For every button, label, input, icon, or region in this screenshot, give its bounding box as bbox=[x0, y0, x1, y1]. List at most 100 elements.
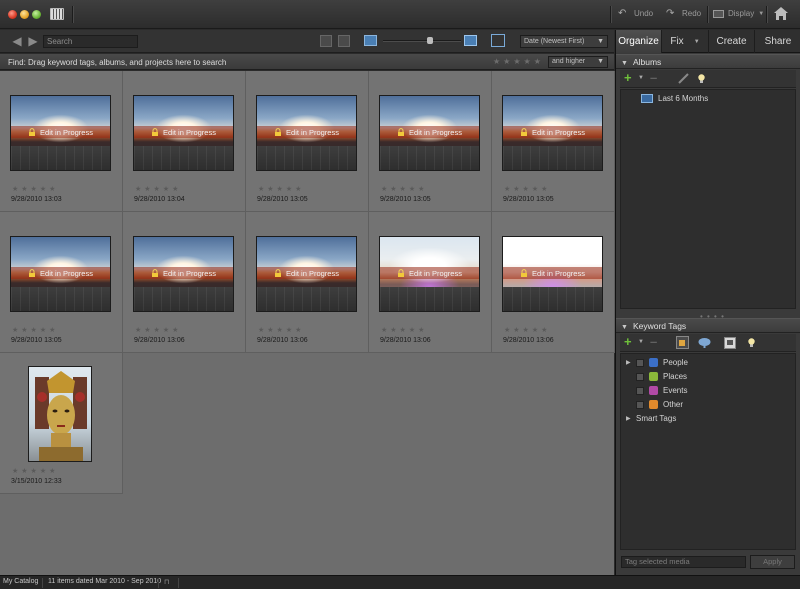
media-item[interactable]: Edit in Progress ★★★★★ 9/28/2010 13:05 bbox=[0, 212, 123, 353]
media-item[interactable]: Edit in Progress ★★★★★ 9/28/2010 13:03 bbox=[0, 71, 123, 212]
media-date: 9/28/2010 13:05 bbox=[503, 196, 554, 203]
zoom-window-button[interactable] bbox=[32, 10, 41, 19]
tag-filter-icon[interactable] bbox=[676, 336, 689, 349]
close-window-button[interactable] bbox=[8, 10, 17, 19]
photo-thumbnail[interactable]: Edit in Progress bbox=[379, 95, 480, 171]
media-item[interactable]: Edit in Progress ★★★★★ 9/28/2010 13:06 bbox=[492, 212, 615, 353]
star-rating[interactable]: ★★★★★ bbox=[504, 326, 550, 334]
minimize-window-button[interactable] bbox=[20, 10, 29, 19]
add-album-icon[interactable]: + bbox=[624, 71, 635, 84]
tab-share[interactable]: Share bbox=[755, 30, 800, 53]
photo-thumbnail[interactable]: Edit in Progress bbox=[502, 236, 603, 312]
media-item[interactable]: Edit in Progress ★★★★★ 9/28/2010 13:04 bbox=[123, 71, 246, 212]
places-tag-icon bbox=[649, 372, 658, 381]
forward-arrow-icon[interactable]: ▶ bbox=[26, 35, 40, 48]
star-rating[interactable]: ★★★★★ bbox=[258, 185, 304, 193]
thumbnail-size-slider[interactable] bbox=[383, 40, 461, 42]
expand-triangle-icon[interactable]: ▶ bbox=[626, 415, 631, 422]
tab-organize[interactable]: Organize bbox=[616, 30, 662, 53]
sort-order-select[interactable]: Date (Newest First) ▼ bbox=[520, 35, 608, 48]
media-item[interactable]: Edit in Progress ★★★★★ 9/28/2010 13:06 bbox=[123, 212, 246, 353]
tag-checkbox[interactable] bbox=[636, 358, 644, 367]
back-arrow-icon[interactable]: ◀ bbox=[10, 35, 24, 48]
media-item[interactable]: Edit in Progress ★★★★★ 9/28/2010 13:06 bbox=[369, 212, 492, 353]
photo-thumbnail[interactable]: Edit in Progress bbox=[10, 95, 111, 171]
photo-thumbnail[interactable] bbox=[28, 366, 92, 462]
tab-fix[interactable]: Fix ▼ bbox=[662, 30, 709, 53]
tag-item-people[interactable]: ▶ People bbox=[626, 358, 688, 367]
keyword-tags-panel-header[interactable]: ▼ Keyword Tags bbox=[616, 318, 800, 333]
redo-button[interactable]: ↷ Redo bbox=[666, 7, 702, 19]
photo-thumbnail[interactable]: Edit in Progress bbox=[10, 236, 111, 312]
star-rating[interactable]: ★★★★★ bbox=[12, 326, 58, 334]
tag-view-icon[interactable] bbox=[724, 337, 736, 349]
undo-button[interactable]: ↶ Undo bbox=[618, 8, 653, 18]
grid-view-icon[interactable] bbox=[364, 35, 377, 46]
edit-in-progress-banner: Edit in Progress bbox=[11, 126, 110, 138]
star-rating[interactable]: ★★★★★ bbox=[504, 185, 550, 193]
add-tag-icon[interactable]: + bbox=[624, 335, 635, 348]
slider-handle[interactable] bbox=[427, 37, 433, 44]
star-rating[interactable]: ★★★★★ bbox=[135, 185, 181, 193]
tag-selected-media-input[interactable]: Tag selected media bbox=[621, 556, 746, 568]
search-input[interactable]: Search bbox=[43, 35, 138, 48]
media-item[interactable]: ★★★★★ 3/15/2010 12:33 bbox=[0, 353, 123, 494]
rotate-left-icon[interactable] bbox=[320, 35, 332, 47]
album-item-last-6-months[interactable]: Last 6 Months bbox=[641, 94, 708, 103]
lock-icon bbox=[521, 269, 528, 277]
lightbulb-icon[interactable] bbox=[696, 73, 707, 84]
rating-filter-select[interactable]: and higher ▼ bbox=[548, 56, 608, 68]
tag-item-places[interactable]: Places bbox=[626, 372, 687, 381]
photo-thumbnail[interactable]: Edit in Progress bbox=[256, 95, 357, 171]
media-item[interactable]: Edit in Progress ★★★★★ 9/28/2010 13:05 bbox=[369, 71, 492, 212]
lightbulb-icon[interactable] bbox=[746, 337, 757, 348]
tag-checkbox[interactable] bbox=[636, 400, 644, 409]
calendar-view-icon[interactable] bbox=[50, 8, 64, 20]
tag-checkbox[interactable] bbox=[636, 386, 644, 395]
tag-cloud-icon[interactable] bbox=[698, 337, 711, 349]
tab-create[interactable]: Create bbox=[709, 30, 755, 53]
media-date: 9/28/2010 13:04 bbox=[134, 196, 185, 203]
tag-checkbox[interactable] bbox=[636, 372, 644, 381]
star-rating[interactable]: ★★★★★ bbox=[12, 185, 58, 193]
display-menu-button[interactable]: Display ▼ bbox=[713, 9, 764, 18]
photo-thumbnail[interactable]: Edit in Progress bbox=[133, 95, 234, 171]
photo-thumbnail[interactable]: Edit in Progress bbox=[256, 236, 357, 312]
media-item[interactable]: Edit in Progress ★★★★★ 9/28/2010 13:05 bbox=[246, 71, 369, 212]
edit-album-icon[interactable] bbox=[678, 73, 689, 84]
rotate-right-icon[interactable] bbox=[338, 35, 350, 47]
full-screen-icon[interactable] bbox=[491, 34, 505, 47]
redo-icon: ↷ bbox=[666, 7, 675, 19]
single-photo-view-icon[interactable] bbox=[464, 35, 477, 46]
expand-triangle-icon[interactable]: ▶ bbox=[626, 359, 631, 366]
chevron-down-icon[interactable]: ▼ bbox=[638, 339, 644, 345]
media-date: 9/28/2010 13:06 bbox=[134, 337, 185, 344]
albums-panel-header[interactable]: ▼ Albums bbox=[616, 54, 800, 69]
home-icon[interactable] bbox=[773, 6, 789, 21]
chevron-down-icon[interactable]: ▼ bbox=[638, 75, 644, 81]
star-rating[interactable]: ★★★★★ bbox=[381, 326, 427, 334]
media-item[interactable]: Edit in Progress ★★★★★ 9/28/2010 13:05 bbox=[492, 71, 615, 212]
lock-icon[interactable]: ⊓ bbox=[164, 578, 169, 586]
tag-item-events[interactable]: Events bbox=[626, 386, 687, 395]
media-item[interactable]: Edit in Progress ★★★★★ 9/28/2010 13:06 bbox=[246, 212, 369, 353]
star-rating[interactable]: ★★★★★ bbox=[258, 326, 304, 334]
star-rating[interactable]: ★★★★★ bbox=[135, 326, 181, 334]
star-rating[interactable]: ★★★★★ bbox=[12, 467, 58, 475]
tag-item-smart-tags[interactable]: ▶ Smart Tags bbox=[626, 414, 676, 423]
photo-thumbnail[interactable]: Edit in Progress bbox=[502, 95, 603, 171]
catalog-name[interactable]: My Catalog bbox=[3, 578, 38, 585]
edit-in-progress-label: Edit in Progress bbox=[40, 268, 93, 278]
edit-in-progress-label: Edit in Progress bbox=[163, 268, 216, 278]
star-rating[interactable]: ★★★★★ bbox=[381, 185, 427, 193]
photo-thumbnail[interactable]: Edit in Progress bbox=[133, 236, 234, 312]
apply-button[interactable]: Apply bbox=[750, 555, 795, 569]
smart-album-icon bbox=[641, 94, 653, 103]
edit-in-progress-label: Edit in Progress bbox=[532, 268, 585, 278]
tag-item-other[interactable]: Other bbox=[626, 400, 683, 409]
rating-filter-stars[interactable]: ★★★★★ bbox=[493, 57, 544, 66]
redo-label: Redo bbox=[682, 9, 702, 18]
remove-album-icon: – bbox=[650, 70, 658, 85]
photo-thumbnail[interactable]: Edit in Progress bbox=[379, 236, 480, 312]
edit-in-progress-label: Edit in Progress bbox=[163, 127, 216, 137]
